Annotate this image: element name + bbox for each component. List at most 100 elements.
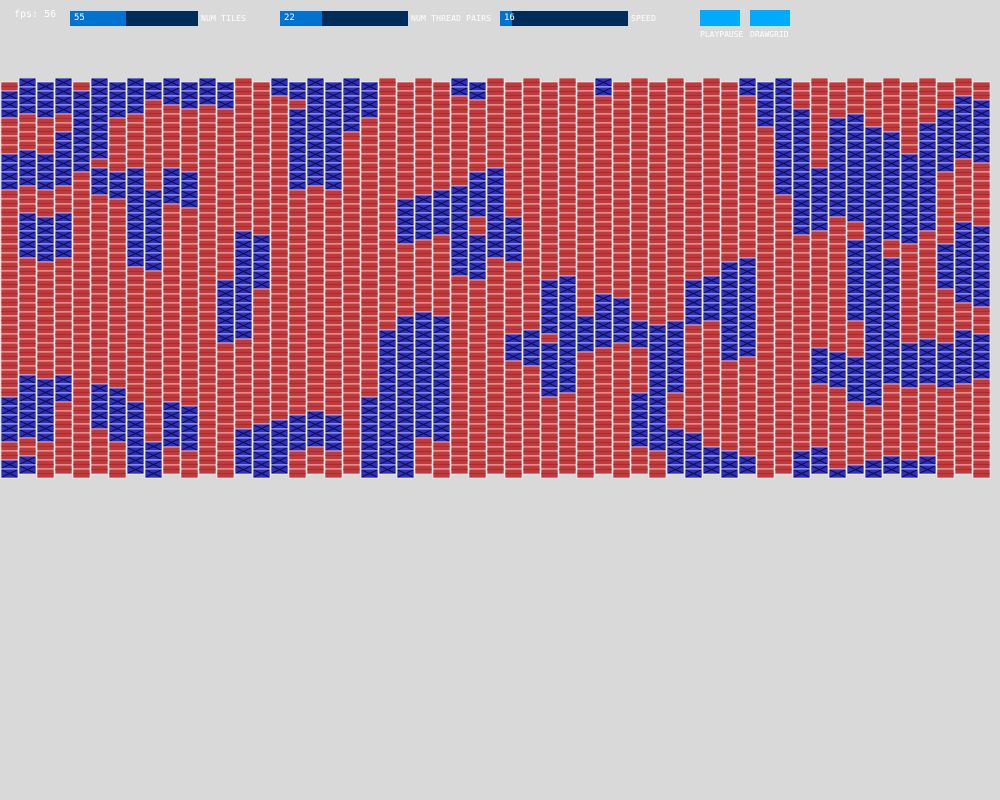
warp-cell	[828, 279, 847, 290]
warp-cell	[108, 225, 127, 236]
weft-cell	[216, 315, 235, 326]
weft-cell	[720, 261, 739, 272]
playpause-button[interactable]	[700, 10, 740, 26]
drawgrid-button[interactable]	[750, 10, 790, 26]
weft-cell	[288, 432, 307, 443]
weft-cell	[954, 122, 973, 133]
warp-cell	[288, 378, 307, 389]
warp-cell	[576, 144, 595, 155]
warp-cell	[162, 320, 181, 331]
warp-cell	[144, 333, 163, 344]
warp-cell	[810, 149, 829, 160]
warp-cell	[342, 446, 361, 457]
warp-cell	[216, 396, 235, 407]
warp-cell	[684, 171, 703, 182]
weft-cell	[414, 365, 433, 376]
weft-cell	[810, 446, 829, 457]
warp-cell	[180, 225, 199, 236]
warp-cell	[504, 144, 523, 155]
warp-cell	[468, 351, 487, 362]
warp-cell	[630, 302, 649, 313]
weft-cell	[396, 432, 415, 443]
warp-cell	[630, 374, 649, 385]
warp-cell	[18, 284, 37, 295]
weft-cell	[810, 455, 829, 466]
weft-cell	[774, 140, 793, 151]
weft-cell	[936, 126, 955, 137]
warp-cell	[738, 446, 757, 457]
weft-cell	[738, 464, 757, 475]
weft-cell	[522, 356, 541, 367]
weft-cell	[432, 198, 451, 209]
weft-cell	[216, 279, 235, 290]
speed-slider[interactable]: 16	[500, 11, 628, 26]
warp-cell	[594, 95, 613, 106]
warp-cell	[252, 189, 271, 200]
warp-cell	[306, 212, 325, 223]
weft-cell	[270, 437, 289, 448]
weft-cell	[828, 144, 847, 155]
warp-cell	[576, 162, 595, 173]
weft-cell	[126, 203, 145, 214]
weft-cell	[918, 158, 937, 169]
warp-cell	[252, 333, 271, 344]
warp-cell	[972, 405, 991, 416]
weft-cell	[144, 243, 163, 254]
weft-cell	[252, 270, 271, 281]
warp-cell	[306, 347, 325, 358]
warp-cell	[522, 392, 541, 403]
weft-cell	[72, 144, 91, 155]
weft-cell	[450, 257, 469, 268]
warp-cell	[612, 198, 631, 209]
weft-cell	[306, 113, 325, 124]
weave-canvas[interactable]	[0, 78, 1000, 488]
warp-cell	[342, 140, 361, 151]
warp-cell	[882, 113, 901, 124]
weft-cell	[126, 437, 145, 448]
warp-cell	[666, 293, 685, 304]
warp-cell	[126, 347, 145, 358]
weft-cell	[828, 162, 847, 173]
warp-cell	[90, 455, 109, 466]
warp-cell	[576, 279, 595, 290]
warp-cell	[216, 216, 235, 227]
warp-cell	[558, 140, 577, 151]
num-tiles-slider[interactable]: 55	[70, 11, 198, 26]
weft-cell	[792, 468, 811, 479]
warp-cell	[882, 78, 901, 88]
warp-cell	[108, 234, 127, 245]
warp-cell	[162, 464, 181, 475]
warp-cell	[792, 297, 811, 308]
weft-cell	[846, 140, 865, 151]
weft-cell	[774, 131, 793, 142]
warp-cell	[900, 261, 919, 272]
weft-cell	[738, 257, 757, 268]
warp-cell	[774, 203, 793, 214]
weft-cell	[396, 423, 415, 434]
weft-cell	[288, 108, 307, 119]
weft-cell	[918, 347, 937, 358]
warp-cell	[162, 284, 181, 295]
warp-cell	[900, 117, 919, 128]
weft-cell	[90, 149, 109, 160]
weft-cell	[594, 329, 613, 340]
warp-cell	[306, 464, 325, 475]
warp-cell	[756, 432, 775, 443]
warp-cell	[630, 221, 649, 232]
warp-cell	[828, 315, 847, 326]
warp-cell	[468, 297, 487, 308]
warp-cell	[936, 297, 955, 308]
weft-cell	[54, 131, 73, 142]
weft-cell	[810, 374, 829, 385]
warp-cell	[54, 464, 73, 475]
warp-cell	[558, 239, 577, 250]
warp-cell	[972, 216, 991, 227]
warp-cell	[252, 171, 271, 182]
warp-cell	[900, 396, 919, 407]
num-thread-pairs-slider[interactable]: 22	[280, 11, 408, 26]
warp-cell	[108, 468, 127, 479]
weft-cell	[180, 432, 199, 443]
warp-cell	[378, 167, 397, 178]
warp-cell	[666, 140, 685, 151]
warp-cell	[666, 86, 685, 97]
